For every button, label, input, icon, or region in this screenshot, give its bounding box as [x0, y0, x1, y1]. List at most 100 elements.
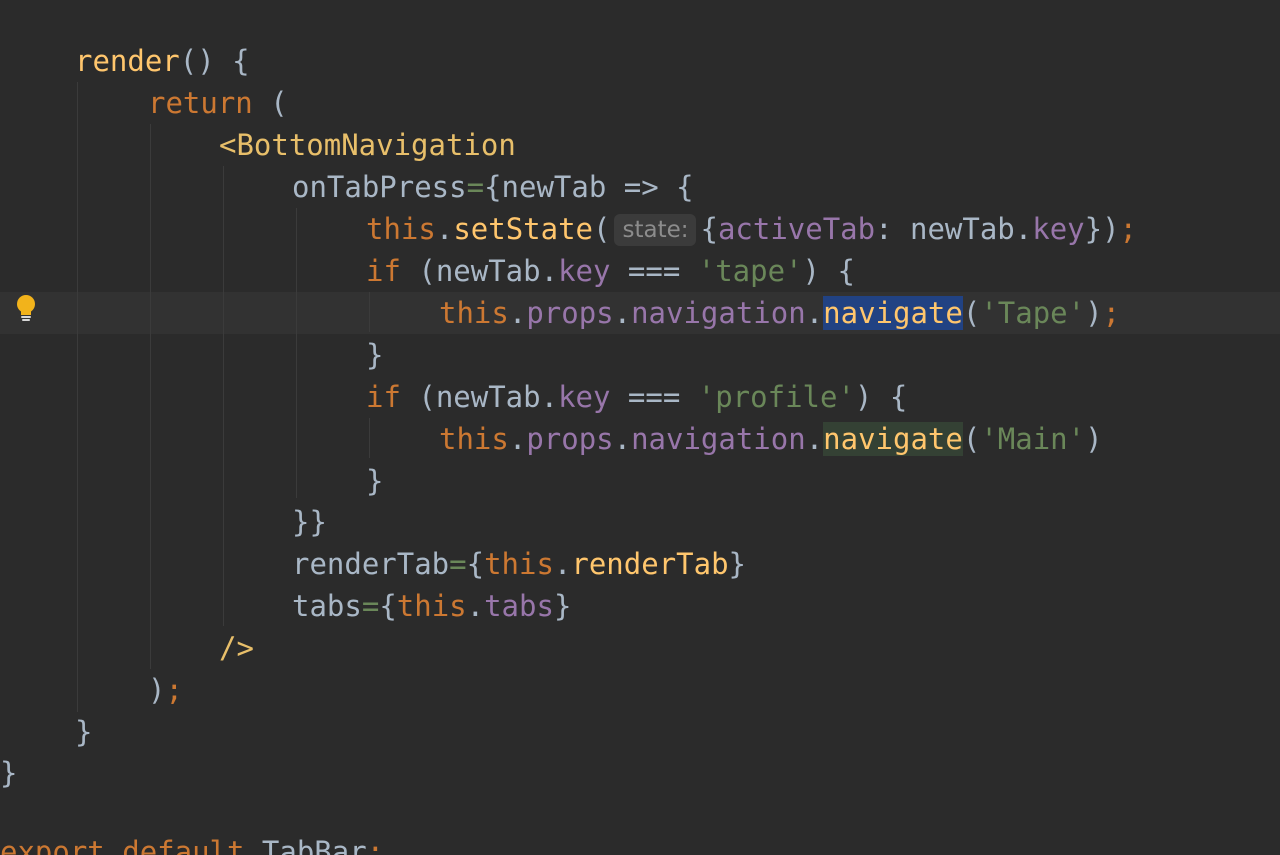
- code-token: navigation: [631, 422, 806, 456]
- code-token: (: [962, 296, 981, 330]
- code-token: .: [805, 296, 824, 330]
- code-line-4[interactable]: onTabPress={newTab => {: [0, 166, 1280, 208]
- line-content: export default TabBar;: [0, 831, 384, 855]
- code-token: />: [219, 631, 254, 665]
- line-content: render() {: [75, 40, 250, 82]
- code-line-2[interactable]: return (: [0, 82, 1280, 124]
- code-token: }: [75, 715, 93, 749]
- code-token: renderTab: [292, 547, 450, 581]
- code-line-17[interactable]: }: [0, 711, 1280, 753]
- code-token: this: [396, 589, 467, 623]
- line-content: renderTab={this.renderTab}: [292, 543, 746, 585]
- code-token: return: [148, 86, 253, 120]
- code-token: this: [366, 212, 436, 246]
- line-content: }: [366, 460, 383, 502]
- code-token: }}: [292, 505, 327, 539]
- code-line-11[interactable]: }: [0, 460, 1280, 502]
- code-line-9[interactable]: if (newTab.key === 'profile') {: [0, 376, 1280, 418]
- code-token: (: [962, 422, 981, 456]
- code-token: {: [700, 212, 718, 246]
- code-token: 'profile': [697, 380, 855, 414]
- code-token: tabs: [484, 589, 554, 623]
- code-token: this: [439, 422, 509, 456]
- code-token: ===: [610, 254, 698, 288]
- code-token: ;: [366, 835, 385, 855]
- code-token: .: [508, 422, 527, 456]
- code-token: ): [1085, 296, 1103, 330]
- code-editor[interactable]: render() { return ( <BottomNavigation on…: [0, 0, 1280, 855]
- code-line-8[interactable]: }: [0, 334, 1280, 376]
- code-token: default: [122, 835, 245, 855]
- code-token: TabBar: [244, 835, 367, 855]
- code-line-14[interactable]: tabs={this.tabs}: [0, 585, 1280, 627]
- code-line-16[interactable]: );: [0, 669, 1280, 711]
- code-line-15[interactable]: />: [0, 627, 1280, 669]
- code-token: .: [466, 589, 485, 623]
- code-token: props: [526, 422, 614, 456]
- line-content: this.props.navigation.navigate('Tape');: [439, 292, 1120, 334]
- code-token: .: [613, 296, 632, 330]
- code-token: (newTab.: [400, 254, 559, 288]
- code-line-18[interactable]: }: [0, 752, 1280, 794]
- code-token: navigate: [823, 422, 963, 456]
- line-content: tabs={this.tabs}: [292, 585, 571, 627]
- line-content: }}: [292, 501, 327, 543]
- code-token: renderTab: [571, 547, 729, 581]
- code-token: (newTab.: [400, 380, 559, 414]
- code-token: this: [484, 547, 554, 581]
- line-content: if (newTab.key === 'tape') {: [366, 250, 855, 292]
- code-line-20[interactable]: export default TabBar;: [0, 831, 1280, 855]
- line-content: if (newTab.key === 'profile') {: [366, 376, 907, 418]
- code-token: .: [435, 212, 454, 246]
- code-line-19[interactable]: [0, 794, 1280, 836]
- code-token: ) {: [854, 380, 908, 414]
- code-line-12[interactable]: }}: [0, 501, 1280, 543]
- code-token: }: [0, 756, 18, 790]
- code-token: props: [526, 296, 614, 330]
- code-token: ;: [1119, 212, 1138, 246]
- code-token: .: [805, 422, 824, 456]
- code-line-13[interactable]: renderTab={this.renderTab}: [0, 543, 1280, 585]
- code-token: onTabPress: [292, 170, 467, 204]
- code-token: ;: [1102, 296, 1121, 330]
- code-token: }: [366, 464, 384, 498]
- code-token: activeTab: [717, 212, 876, 246]
- code-token: key: [558, 380, 611, 414]
- line-content: this.props.navigation.navigate('Main'): [439, 418, 1103, 460]
- line-content: onTabPress={newTab => {: [292, 166, 694, 208]
- line-content: );: [148, 669, 183, 711]
- code-token: .: [613, 422, 632, 456]
- code-line-7[interactable]: this.props.navigation.navigate('Tape');: [0, 292, 1280, 334]
- code-token: if: [366, 254, 401, 288]
- line-content: />: [219, 627, 254, 669]
- code-token: render: [75, 44, 180, 78]
- code-token: .: [508, 296, 527, 330]
- code-token: ): [1085, 422, 1103, 456]
- code-token: : newTab.: [875, 212, 1033, 246]
- code-line-3[interactable]: <BottomNavigation: [0, 124, 1280, 166]
- code-token: key: [558, 254, 611, 288]
- code-token: {: [466, 547, 485, 581]
- code-token: 'Main': [980, 422, 1086, 456]
- code-token: 'tape': [697, 254, 803, 288]
- code-token: (: [593, 212, 611, 246]
- code-token: =: [449, 547, 467, 581]
- code-token: navigation: [631, 296, 806, 330]
- code-token: if: [366, 380, 401, 414]
- code-token: ;: [165, 673, 183, 707]
- code-token: <BottomNavigation: [219, 128, 516, 162]
- code-line-10[interactable]: this.props.navigation.navigate('Main'): [0, 418, 1280, 460]
- code-line-5[interactable]: this.setState(state: {activeTab: newTab.k…: [0, 208, 1280, 250]
- line-content: this.setState(state: {activeTab: newTab.k…: [366, 208, 1137, 250]
- parameter-hint: state:: [614, 214, 697, 246]
- code-token: }: [366, 338, 384, 372]
- code-token: ) {: [802, 254, 855, 288]
- code-token: {: [379, 589, 397, 623]
- code-line-6[interactable]: if (newTab.key === 'tape') {: [0, 250, 1280, 292]
- code-token: key: [1032, 212, 1085, 246]
- code-token: this: [439, 296, 509, 330]
- code-token: .: [553, 547, 572, 581]
- line-content: }: [0, 752, 17, 794]
- code-line-1[interactable]: render() {: [0, 40, 1280, 82]
